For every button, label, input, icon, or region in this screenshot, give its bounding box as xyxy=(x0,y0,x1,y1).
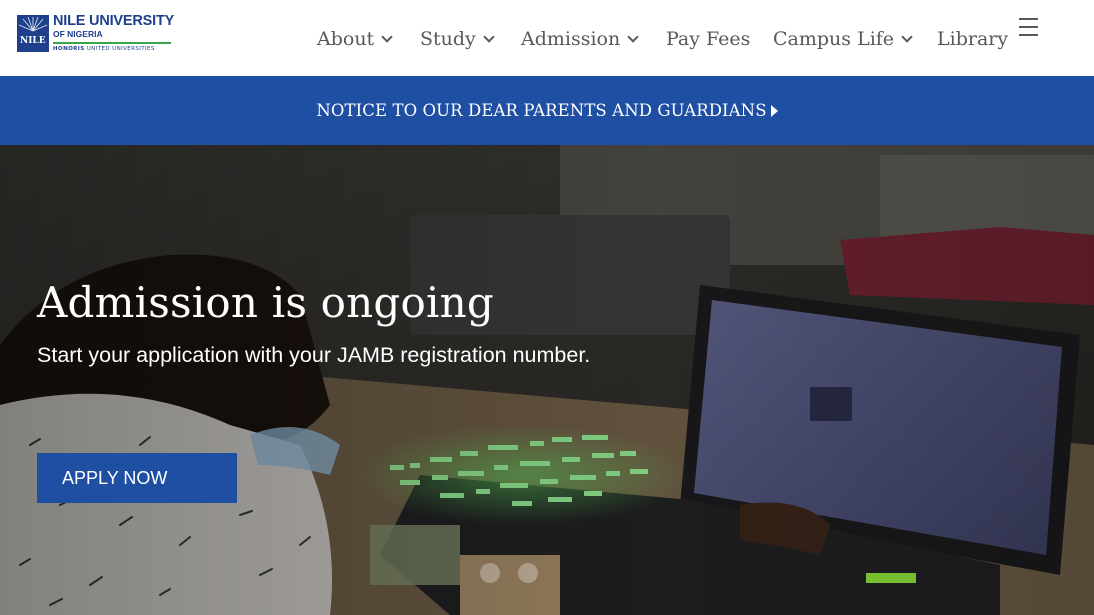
nav-label: Study xyxy=(420,28,476,50)
nav-label: Library xyxy=(937,28,1009,50)
nav-label: Campus Life xyxy=(773,28,895,50)
hero-title: Admission is ongoing xyxy=(37,278,494,327)
university-logo[interactable]: NILE NILE UNIVERSITY OF NIGERIA HONORIS … xyxy=(17,14,177,56)
nav-about[interactable]: About xyxy=(317,24,393,54)
logo-badge-text: NILE xyxy=(20,36,46,46)
apply-now-button[interactable]: APPLY NOW xyxy=(37,453,237,503)
logo-subtitle: OF NIGERIA xyxy=(53,29,103,39)
nav-library[interactable]: Library xyxy=(937,24,1008,54)
nav-pay-fees[interactable]: Pay Fees xyxy=(666,24,750,54)
hero-section: Admission is ongoing Start your applicat… xyxy=(0,145,1094,615)
logo-divider xyxy=(53,42,171,44)
hamburger-icon[interactable] xyxy=(1019,18,1039,38)
nav-label: About xyxy=(317,28,375,50)
notice-banner[interactable]: NOTICE TO OUR DEAR PARENTS AND GUARDIANS xyxy=(0,76,1094,145)
nav-label: Admission xyxy=(521,28,621,50)
chevron-down-icon xyxy=(483,30,495,43)
logo-motto: HONORIS UNITED UNIVERSITIES xyxy=(53,46,155,52)
chevron-down-icon xyxy=(381,30,393,43)
caret-right-icon xyxy=(770,104,778,117)
nav-study[interactable]: Study xyxy=(420,24,495,54)
hero-background-image xyxy=(0,145,1094,615)
site-header: NILE NILE UNIVERSITY OF NIGERIA HONORIS … xyxy=(0,0,1094,76)
logo-emblem-icon: NILE xyxy=(17,15,49,52)
nav-label: Pay Fees xyxy=(666,28,751,50)
hero-subtitle: Start your application with your JAMB re… xyxy=(37,343,591,367)
chevron-down-icon xyxy=(627,30,639,43)
chevron-down-icon xyxy=(901,30,913,43)
notice-text: NOTICE TO OUR DEAR PARENTS AND GUARDIANS xyxy=(316,101,767,120)
nav-admission[interactable]: Admission xyxy=(521,24,639,54)
nav-campus-life[interactable]: Campus Life xyxy=(773,24,913,54)
logo-name: NILE UNIVERSITY xyxy=(53,13,175,29)
